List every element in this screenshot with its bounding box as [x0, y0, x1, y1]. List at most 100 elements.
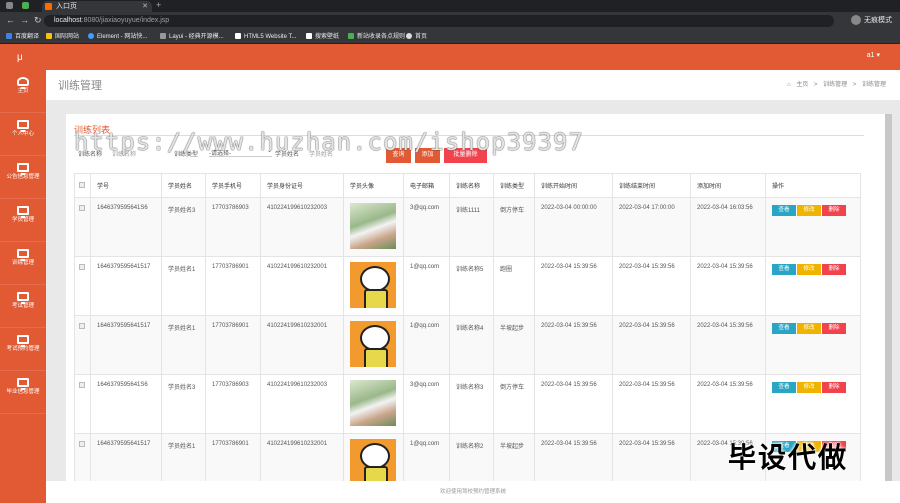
browser-tab-strip: 入口页 ✕ +: [0, 0, 900, 12]
table-cell-name: 学员姓名3: [161, 374, 206, 434]
sidebar-item-exams[interactable]: 考试管理: [0, 292, 46, 328]
delete-button[interactable]: 删除: [822, 323, 846, 334]
bookmark-icon: [6, 33, 12, 40]
sidebar-item-exam-booking[interactable]: 考试预约管理: [0, 335, 46, 371]
column-header: 操作: [765, 173, 861, 198]
bookmark-item[interactable]: 首页: [406, 30, 427, 44]
view-button[interactable]: 查看: [772, 323, 796, 334]
browser-tab-active[interactable]: 入口页 ✕: [42, 1, 152, 12]
column-header: 学员手机号: [205, 173, 261, 198]
pinned-tab-icon[interactable]: [6, 2, 13, 9]
avatar-image: [350, 380, 396, 426]
column-header: 学号: [90, 173, 162, 198]
tab-favicon-icon: [45, 3, 52, 10]
table-cell-end: 2022-03-04 15:39:56: [612, 256, 691, 316]
profile-button[interactable]: 无痕模式: [851, 15, 892, 27]
back-icon[interactable]: ←: [6, 14, 15, 27]
table-cell-id: 1646379595641S6: [90, 197, 162, 257]
scrollbar[interactable]: [885, 114, 892, 488]
table-cell-name: 学员姓名1: [161, 315, 206, 375]
bookmark-icon: [306, 33, 312, 40]
bookmark-item[interactable]: 新站收录各点规则: [348, 30, 405, 44]
breadcrumb-section[interactable]: 训练管理: [823, 82, 847, 88]
user-menu[interactable]: a1 ▾: [867, 51, 880, 59]
table-cell-type: 倒方停车: [493, 197, 535, 257]
bookmark-item[interactable]: Element - 网站快...: [88, 30, 147, 44]
table-row: 1646379595641517 学员姓名1 17703786901 41022419…: [74, 315, 861, 375]
breadcrumb-separator: >: [813, 82, 818, 88]
table-cell-start: 2022-03-04 15:39:56: [534, 374, 613, 434]
bookmark-item[interactable]: 百度翻译: [6, 30, 39, 44]
tab-close-icon[interactable]: ✕: [142, 1, 148, 12]
row-checkbox[interactable]: [74, 197, 91, 257]
table-cell-id: 1646379595641S6: [90, 374, 162, 434]
table-cell-phone: 17703786903: [205, 374, 261, 434]
delete-button[interactable]: 删除: [822, 264, 846, 275]
table-cell-idcard: 410224199610232003: [260, 197, 344, 257]
table-cell-added: 2022-03-04 15:39:56: [690, 256, 766, 316]
bookmark-item[interactable]: HTML5 Website T...: [235, 30, 296, 44]
column-header: 学员头像: [343, 173, 404, 198]
address-bar-row: ← → ↻ localhost:8080/jiaxiaoyuyue/index.…: [0, 12, 900, 30]
delete-button[interactable]: 删除: [822, 382, 846, 393]
list-panel: 训练列表 训练名称 训练名称 训练类型 学员姓名 学员姓名 -请选择- ⌄ 查询 …: [66, 114, 888, 493]
row-actions: 查看 修改 删除: [765, 315, 861, 375]
row-checkbox[interactable]: [74, 374, 91, 434]
table-cell-end: 2022-03-04 15:39:56: [612, 374, 691, 434]
view-button[interactable]: 查看: [772, 264, 796, 275]
watermark-text: 毕设代做: [728, 442, 849, 473]
edit-button[interactable]: 修改: [797, 205, 821, 216]
row-actions: 查看 修改 删除: [765, 197, 861, 257]
row-checkbox[interactable]: [74, 256, 91, 316]
monitor-icon: [17, 120, 29, 132]
delete-button[interactable]: 删除: [822, 205, 846, 216]
bookmark-item[interactable]: 国际网站: [46, 30, 79, 44]
bookmarks-bar: 百度翻译 国际网站 Element - 网站快... Layui - 经典开源模…: [0, 30, 900, 44]
sidebar-item-home[interactable]: 主页: [0, 77, 46, 113]
table-cell-train: 训练名称4: [449, 315, 494, 375]
table-cell-name: 学员姓名1: [161, 256, 206, 316]
monitor-icon: [17, 335, 29, 347]
row-checkbox[interactable]: [74, 315, 91, 375]
table-cell-end: 2022-03-04 17:00:00: [612, 197, 691, 257]
view-button[interactable]: 查看: [772, 382, 796, 393]
select-all-checkbox[interactable]: [74, 173, 91, 198]
watermark-url: https://www.huzhan.com/ishop39397: [74, 128, 584, 156]
sidebar-item-graduation[interactable]: 毕业信息管理: [0, 378, 46, 414]
monitor-icon: [17, 292, 29, 304]
table-cell-email: 3@qq.com: [403, 374, 450, 434]
edit-button[interactable]: 修改: [797, 323, 821, 334]
pinned-tab-icon[interactable]: [22, 2, 29, 9]
home-icon: ⌂: [786, 82, 791, 88]
table-cell-start: 2022-03-04 00:00:00: [534, 197, 613, 257]
table-cell-email: 3@qq.com: [403, 197, 450, 257]
bookmark-item[interactable]: Layui - 经典开源模...: [160, 30, 224, 44]
sidebar-item-notices[interactable]: 公告信息管理: [0, 163, 46, 199]
reload-icon[interactable]: ↻: [34, 14, 42, 27]
sidebar-item-profile[interactable]: 个人中心: [0, 120, 46, 156]
sidebar-item-students[interactable]: 学员管理: [0, 206, 46, 242]
sidebar-item-training[interactable]: 训练管理: [0, 249, 46, 285]
forward-icon[interactable]: →: [20, 14, 29, 27]
app-logo: μ: [17, 52, 23, 63]
avatar: [343, 374, 404, 434]
table-cell-id: 1646379595641517: [90, 256, 162, 316]
edit-button[interactable]: 修改: [797, 382, 821, 393]
avatar-image: [350, 439, 396, 485]
bookmark-icon: [406, 33, 412, 40]
bookmark-item[interactable]: 搜索壁纸: [306, 30, 339, 44]
edit-button[interactable]: 修改: [797, 264, 821, 275]
monitor-icon: [17, 249, 29, 261]
url-host: localhost: [54, 17, 82, 24]
view-button[interactable]: 查看: [772, 205, 796, 216]
row-actions: 查看 修改 删除: [765, 256, 861, 316]
column-header: 添加时间: [690, 173, 766, 198]
new-tab-icon[interactable]: +: [156, 0, 161, 11]
table-cell-phone: 17703786901: [205, 315, 261, 375]
column-header: 训练结束时间: [612, 173, 691, 198]
table-cell-train: 训练名称3: [449, 374, 494, 434]
column-header: 学员姓名: [161, 173, 206, 198]
breadcrumb-home[interactable]: 主页: [796, 82, 808, 88]
avatar: [343, 197, 404, 257]
url-input[interactable]: localhost:8080/jiaxiaoyuyue/index.jsp: [44, 15, 834, 27]
